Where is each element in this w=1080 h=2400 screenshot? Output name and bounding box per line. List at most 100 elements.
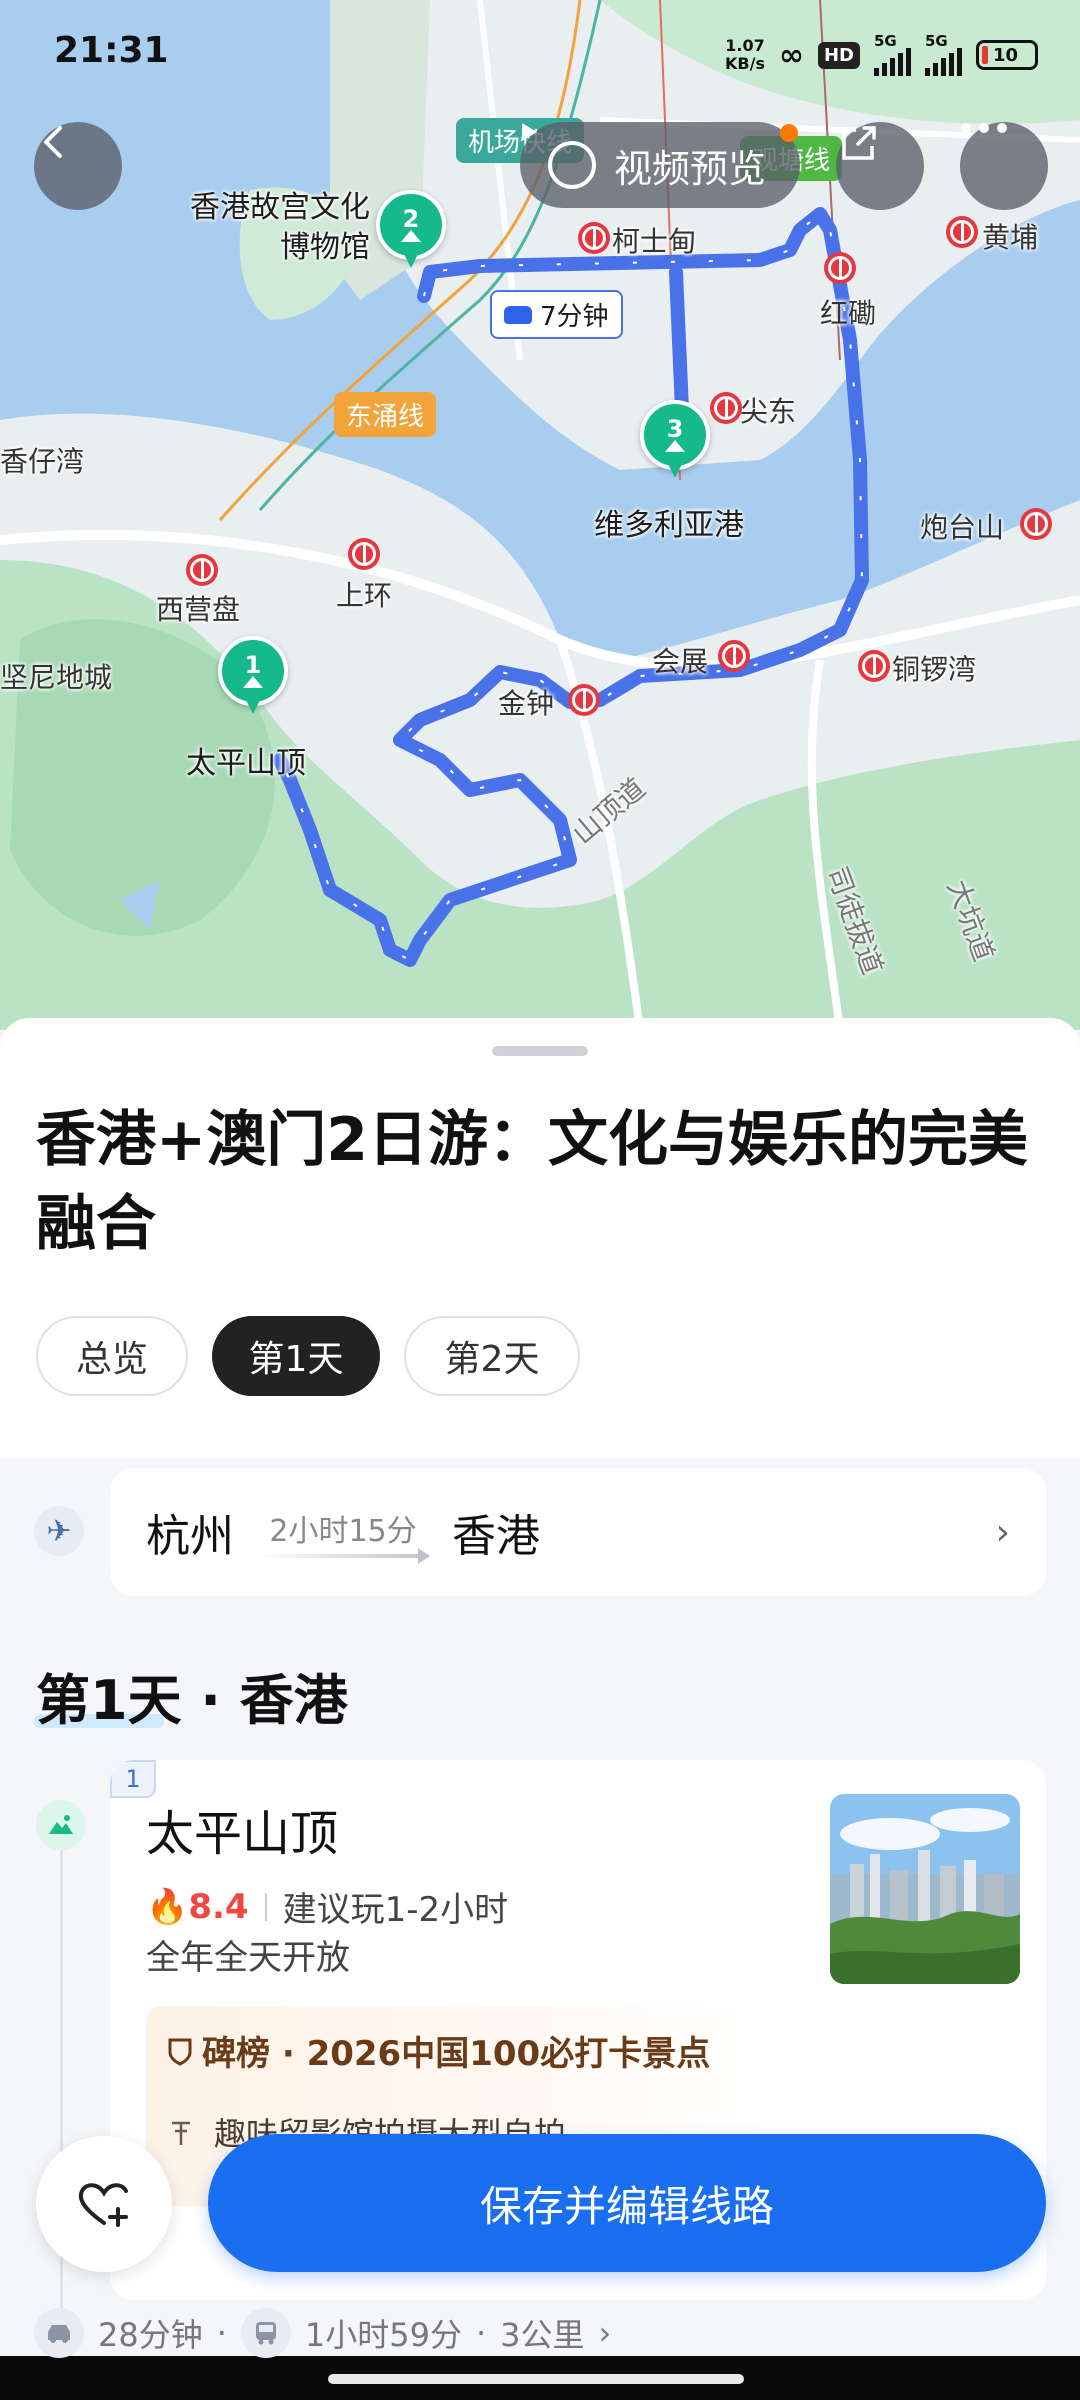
play-icon <box>522 123 596 189</box>
tab-day-1[interactable]: 第1天 <box>212 1316 380 1396</box>
separator-dot: · <box>476 2314 487 2352</box>
flight-to: 香港 <box>452 1511 540 1562</box>
car-icon <box>34 2308 84 2358</box>
favorite-button[interactable] <box>36 2136 172 2272</box>
mtr-icon <box>946 216 978 248</box>
sim2-label: 5G <box>925 32 948 50</box>
drive-time-label: 7分钟 <box>540 302 609 332</box>
home-indicator[interactable] <box>328 2374 744 2384</box>
signal-icon-2: 5G <box>925 34 962 76</box>
rating: 🔥8.4 <box>146 1887 249 1927</box>
bus-icon <box>240 2308 291 2358</box>
network-speed-unit: KB/s <box>725 54 765 73</box>
mountain-icon <box>240 676 266 688</box>
mtr-icon <box>824 252 856 284</box>
page-title: 香港+澳门2日游：文化与娱乐的完美融合 <box>36 1105 1029 1259</box>
car-icon <box>504 305 532 324</box>
attraction-icon <box>36 1800 86 1850</box>
tab-day-2[interactable]: 第2天 <box>404 1316 580 1396</box>
attraction-meta: 🔥8.4 建议玩1-2小时 <box>146 1882 508 1931</box>
place-victoria-harbour: 维多利亚港 <box>594 508 744 543</box>
place-sheung-wan: 上环 <box>336 579 393 612</box>
pin-number: 3 <box>666 415 684 443</box>
chevron-right-icon: › <box>598 2314 612 2352</box>
mountain-icon <box>398 230 424 242</box>
more-button[interactable] <box>960 122 1048 210</box>
place-the-peak: 太平山顶 <box>186 746 306 781</box>
save-and-edit-route-button[interactable]: 保存并编辑线路 <box>208 2134 1046 2272</box>
sim1-label: 5G <box>874 32 897 50</box>
drive-duration: 28分钟 <box>98 2316 203 2354</box>
mtr-icon <box>718 640 750 672</box>
flight-duration: 2小时15分 <box>258 1506 430 1564</box>
plane-icon: ✈ <box>34 1506 84 1556</box>
drive-time-chip: 7分钟 <box>490 290 623 339</box>
place-whampoa: 黄埔 <box>982 221 1039 254</box>
timeline-line <box>60 1840 63 2360</box>
place-convention: 会展 <box>652 645 709 678</box>
share-icon <box>842 126 876 160</box>
opening-hours: 全年全天开放 <box>146 1938 350 1978</box>
shield-icon <box>168 2038 192 2066</box>
mtr-icon <box>568 684 600 716</box>
place-fortress-hill: 炮台山 <box>920 511 1005 544</box>
rating-value: 8.4 <box>188 1886 249 1927</box>
mtr-icon <box>348 538 380 570</box>
mountain-icon <box>662 440 688 452</box>
drag-handle[interactable] <box>492 1046 588 1056</box>
map-pin-1[interactable]: 1 <box>218 636 288 720</box>
signal-icon: 5G <box>874 34 911 76</box>
transit-summary[interactable]: 28分钟 · 1小时59分 · 3公里 › <box>34 2308 611 2358</box>
status-bar: 21:31 1.07 KB/s ∞ HD 5G 5G 10 <box>0 0 1080 100</box>
pin-number: 1 <box>244 651 262 679</box>
notification-dot <box>780 124 798 142</box>
place-tsim-sha-tsui: 尖东 <box>740 395 797 428</box>
route-map[interactable]: 21:31 1.07 KB/s ∞ HD 5G 5G 10 视频预览 机场快线 … <box>0 0 1080 1030</box>
video-preview-label: 视频预览 <box>614 146 767 191</box>
line-tag-tung-chung: 东涌线 <box>334 392 437 437</box>
link-icon: ∞ <box>778 37 804 73</box>
place-admiralty: 金钟 <box>498 687 555 720</box>
attraction-number: 1 <box>110 1760 156 1798</box>
place-kennedy: 坚尼地城 <box>0 661 113 694</box>
pin-number: 2 <box>402 205 420 233</box>
chevron-right-icon: › <box>995 1511 1010 1553</box>
mtr-icon <box>186 554 218 586</box>
back-button[interactable] <box>34 122 122 210</box>
sheet-header: 香港+澳门2日游：文化与娱乐的完美融合 总览 第1天 第2天 <box>0 1018 1080 1458</box>
place-palace-museum: 香港故宫文化博物馆 <box>190 190 370 265</box>
heart-plus-icon <box>78 2183 128 2227</box>
bus-duration: 1小时59分 <box>304 2316 462 2354</box>
place-west-kowloon: 香仔湾 <box>0 445 85 478</box>
ranking-text: 碑榜 · 2026中国100必打卡景点 <box>202 2034 711 2074</box>
battery-icon: 10 <box>976 40 1038 70</box>
divider <box>264 1892 267 1921</box>
ranking-title: 碑榜 · 2026中国100必打卡景点 <box>166 2026 746 2075</box>
flight-duration-label: 2小时15分 <box>269 1514 417 1549</box>
mtr-icon <box>858 650 890 682</box>
battery-level: 10 <box>993 44 1019 66</box>
attraction-photo[interactable] <box>830 1794 1020 1984</box>
chevron-left-icon <box>44 126 62 158</box>
flame-icon: 🔥 <box>146 1886 189 1927</box>
separator-dot: · <box>216 2314 227 2352</box>
video-preview-button[interactable]: 视频预览 <box>520 122 800 208</box>
attraction-name: 太平山顶 <box>146 1806 339 1862</box>
place-hung-hom: 红磡 <box>820 297 877 330</box>
arrow-right-icon <box>258 1548 430 1564</box>
share-button[interactable] <box>836 122 924 210</box>
selfie-stick-icon <box>172 2121 190 2145</box>
map-pin-3[interactable]: 3 <box>640 400 710 484</box>
hd-icon: HD <box>817 41 860 69</box>
tab-overview[interactable]: 总览 <box>36 1316 188 1396</box>
place-sai-ying-pun: 西营盘 <box>156 593 241 626</box>
flight-from: 杭州 <box>146 1511 234 1562</box>
day-tabs: 总览 第1天 第2天 <box>36 1316 580 1396</box>
status-time: 21:31 <box>54 30 169 71</box>
flight-card[interactable]: 杭州 2小时15分 香港 › <box>110 1468 1046 1596</box>
map-pin-2[interactable]: 2 <box>376 190 446 274</box>
place-causeway-bay: 铜锣湾 <box>892 653 977 686</box>
more-dots-icon <box>961 123 1007 133</box>
mtr-icon <box>1020 508 1052 540</box>
network-speed: 1.07 KB/s <box>725 37 765 73</box>
